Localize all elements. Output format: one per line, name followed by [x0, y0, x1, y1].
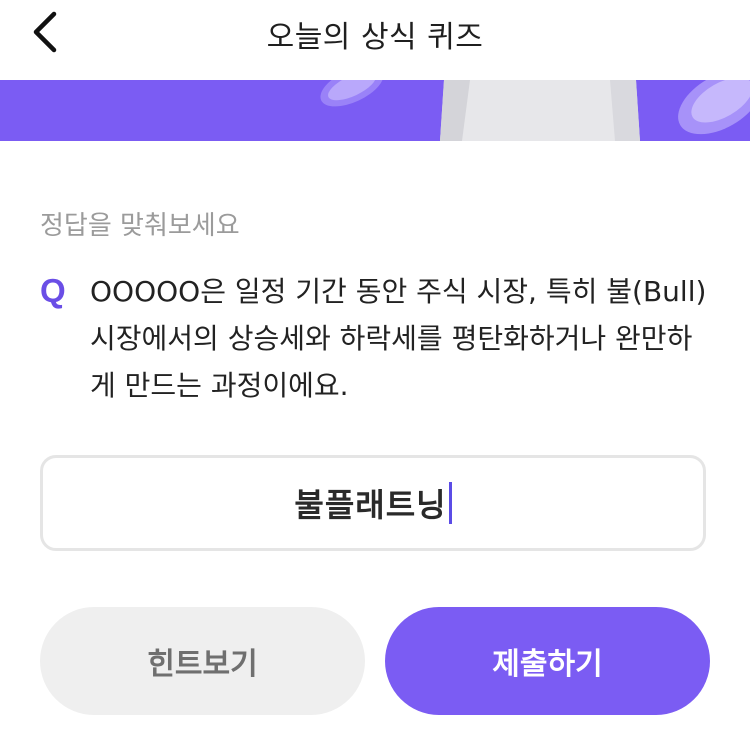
answer-value: 불플래트닝 [294, 486, 447, 524]
question-text: OOOOO은 일정 기간 동안 주식 시장, 특히 불(Bull) 시장에서의 … [90, 275, 707, 402]
submit-button[interactable]: 제출하기 [385, 607, 710, 715]
text-caret [448, 482, 452, 524]
quiz-prompt: 정답을 맞춰보세요 [40, 211, 240, 241]
hint-button[interactable]: 힌트보기 [40, 607, 365, 715]
header-bar: 오늘의 상식 퀴즈 [0, 0, 750, 80]
answer-input[interactable]: 불플래트닝 [40, 455, 706, 551]
page-title: 오늘의 상식 퀴즈 [266, 20, 484, 55]
question-label: Q [40, 272, 66, 309]
quiz-banner-image [0, 80, 750, 141]
